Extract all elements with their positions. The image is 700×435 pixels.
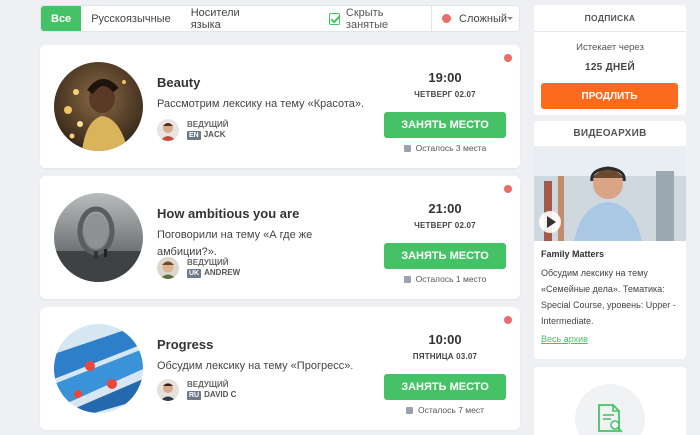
avatar xyxy=(157,379,179,401)
avatar xyxy=(157,257,179,279)
video-description: Обсудим лексику на тему «Семейные дела».… xyxy=(541,268,676,326)
level-dot-icon xyxy=(442,14,452,23)
teacher-info: ВЕДУЩИЙ RU DAVID C xyxy=(157,379,236,401)
lesson-card: How ambitious you are Поговорили на тему… xyxy=(40,176,520,299)
lesson-title[interactable]: How ambitious you are xyxy=(157,206,299,221)
document-search-icon[interactable] xyxy=(575,384,645,435)
seats-left-text: Осталось 1 место xyxy=(415,274,487,284)
seats-left-text: Осталось 3 места xyxy=(415,143,487,153)
hide-taken-checkbox[interactable]: Скрыть занятые xyxy=(328,6,424,31)
book-seat-button[interactable]: ЗАНЯТЬ МЕСТО xyxy=(384,243,506,269)
language-flag: UK xyxy=(187,269,202,278)
teacher-name[interactable]: DAVID C xyxy=(204,390,236,399)
book-seat-button[interactable]: ЗАНЯТЬ МЕСТО xyxy=(384,112,506,138)
level-dot-icon xyxy=(504,185,512,193)
book-seat-button[interactable]: ЗАНЯТЬ МЕСТО xyxy=(384,374,506,400)
seats-left: Осталось 3 места xyxy=(384,143,506,153)
lesson-card: Beauty Рассмотрим лексику на тему «Красо… xyxy=(40,45,520,168)
level-select[interactable]: Сложный xyxy=(432,13,519,25)
video-archive-heading: ВИДЕОАРХИВ xyxy=(573,128,647,139)
divider xyxy=(534,31,686,32)
seat-icon xyxy=(405,406,413,414)
teacher-label: ВЕДУЩИЙ xyxy=(187,258,229,267)
lesson-date: ЧЕТВЕРГ 02.07 xyxy=(414,90,476,99)
renew-button[interactable]: ПРОДЛИТЬ xyxy=(541,83,678,109)
video-archive-panel: ВИДЕОАРХИВ Family Matters Обсудим лексик… xyxy=(534,121,686,359)
teacher-name[interactable]: JACK xyxy=(204,130,226,139)
lesson-title[interactable]: Beauty xyxy=(157,75,200,90)
lesson-description: Обсудим лексику на тему «Прогресс». xyxy=(157,360,354,372)
subscription-expires-label: Истекает через xyxy=(576,42,644,53)
archive-link[interactable]: Весь архив xyxy=(541,334,588,344)
documents-panel xyxy=(534,367,686,435)
language-flag: EN xyxy=(187,131,201,140)
video-title[interactable]: Family Matters xyxy=(541,249,604,259)
lesson-time: 21:00 xyxy=(428,201,462,216)
teacher-label: ВЕДУЩИЙ xyxy=(187,120,229,129)
lesson-image xyxy=(54,193,143,282)
subscription-days: 125 ДНЕЙ xyxy=(584,62,636,73)
language-flag: RU xyxy=(187,391,202,400)
seat-icon xyxy=(403,144,411,152)
level-dot-icon xyxy=(504,54,512,62)
hide-taken-label: Скрыть занятые xyxy=(345,6,389,31)
teacher-info: ВЕДУЩИЙ EN JACK xyxy=(157,119,229,141)
lesson-time: 10:00 xyxy=(428,332,462,347)
lesson-date: ЧЕТВЕРГ 02.07 xyxy=(414,221,476,230)
teacher-label: ВЕДУЩИЙ xyxy=(187,380,229,389)
seats-left-text: Осталось 7 мест xyxy=(417,405,484,415)
seats-left: Осталось 1 место xyxy=(384,274,506,284)
seats-left: Осталось 7 мест xyxy=(384,405,506,415)
lesson-title[interactable]: Progress xyxy=(157,337,213,352)
chevron-down-icon xyxy=(507,17,513,20)
lesson-time: 19:00 xyxy=(428,70,462,85)
lesson-description: Рассмотрим лексику на тему «Красота». xyxy=(157,98,365,110)
seat-icon xyxy=(403,275,411,283)
tab-native-speakers[interactable]: Носители языка xyxy=(181,6,278,31)
lesson-card: Progress Обсудим лексику на тему «Прогре… xyxy=(40,307,520,430)
level-select-value: Сложный xyxy=(459,12,507,25)
teacher-name[interactable]: ANDREW xyxy=(204,268,240,277)
avatar xyxy=(157,119,179,141)
lesson-image xyxy=(54,324,143,413)
checkbox-checked-icon[interactable] xyxy=(328,12,340,25)
video-thumbnail[interactable] xyxy=(534,146,686,241)
subscription-panel: ПОДПИСКА Истекает через 125 ДНЕЙ ПРОДЛИТ… xyxy=(534,5,686,115)
level-dot-icon xyxy=(504,316,512,324)
lesson-date: ПЯТНИЦА 03.07 xyxy=(412,352,478,361)
teacher-info: ВЕДУЩИЙ UK ANDREW xyxy=(157,257,240,279)
tab-russian-speaking[interactable]: Русскоязычные xyxy=(81,6,181,31)
lesson-image xyxy=(54,62,143,151)
tab-all[interactable]: Все xyxy=(41,6,82,31)
filter-bar: Все Русскоязычные Носители языка Скрыть … xyxy=(40,5,520,32)
subscription-heading: ПОДПИСКА xyxy=(584,13,636,23)
lesson-description: Поговорили на тему «А где же амбиции?». xyxy=(157,229,313,258)
